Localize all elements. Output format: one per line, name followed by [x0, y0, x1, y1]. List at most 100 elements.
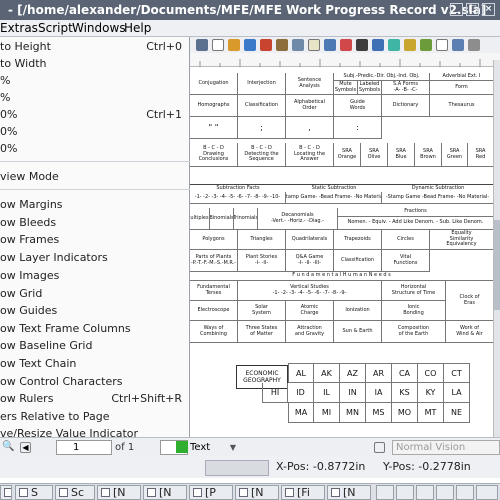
menu-item-preview-mode[interactable]: view Mode — [0, 168, 190, 185]
menu-item-show-bleeds[interactable]: ow Bleeds — [0, 214, 190, 231]
toolbar — [190, 37, 500, 53]
tray-icon[interactable] — [436, 485, 454, 500]
tray-icon[interactable] — [416, 485, 434, 500]
pencil-tool-icon[interactable] — [228, 39, 240, 51]
zoom-icon[interactable]: 🔍 — [2, 441, 14, 452]
taskbar-item[interactable]: [P — [189, 485, 233, 500]
rotate-tool-icon[interactable] — [292, 39, 304, 51]
menu-item-zoom-d[interactable]: 0% — [0, 140, 190, 157]
vertical-scrollbar[interactable] — [493, 60, 500, 440]
taskbar-item[interactable]: [N — [235, 485, 279, 500]
y-position-readout: Y-Pos: -0.2778in — [383, 460, 471, 473]
menu-item-show-margins[interactable]: ow Margins — [0, 196, 190, 213]
taskbar-item[interactable]: Sc — [55, 485, 95, 500]
taskbar-item[interactable]: [N — [327, 485, 371, 500]
menu-item-zoom-b[interactable]: % — [0, 89, 190, 106]
pdf-checkbox-icon[interactable] — [452, 39, 464, 51]
cell-ionic-bonding: Ionic Bonding — [382, 301, 446, 321]
menu-item-zoom-c[interactable]: 0% — [0, 123, 190, 140]
cell-parts-of-plants: Parts of Plants -P.-T.-F.-M.-S.-M.R.- — [190, 250, 238, 272]
taskbar-item[interactable]: [N — [143, 485, 187, 500]
cell-triangles: Triangles — [238, 230, 286, 250]
state-cell-ar: AR — [366, 363, 392, 383]
first-page-icon[interactable]: ◀ — [20, 442, 31, 453]
menu-item-show-text-frame-columns[interactable]: ow Text Frame Columns — [0, 320, 190, 337]
freehand-tool-icon[interactable] — [276, 39, 288, 51]
progress-bar — [205, 460, 269, 476]
menu-item-show-text-chain[interactable]: ow Text Chain — [0, 355, 190, 372]
menu-item-label: ow Rulers — [0, 392, 54, 405]
table-tool-icon[interactable] — [196, 39, 208, 51]
measure-tool-icon[interactable] — [372, 39, 384, 51]
header-static-subtraction: Static Subtraction — [311, 185, 357, 191]
shape-tool-icon[interactable] — [212, 39, 224, 51]
copy-properties-icon[interactable] — [388, 39, 400, 51]
bezier-tool-icon[interactable] — [260, 39, 272, 51]
menu-windows[interactable]: Windows — [72, 20, 126, 37]
menu-help[interactable]: Help — [124, 20, 151, 37]
tray-icon[interactable] — [396, 485, 414, 500]
annotation-icon[interactable] — [404, 39, 416, 51]
app-icon — [19, 488, 28, 497]
menu-item-label: % — [0, 74, 11, 87]
cell-semicolon: ; — [238, 117, 286, 139]
menu-item-zoom-a[interactable]: % — [0, 72, 190, 89]
state-cell-mn: MN — [340, 403, 366, 423]
taskbar-item[interactable]: [N — [97, 485, 141, 500]
menu-item-show-control-characters[interactable]: ow Control Characters — [0, 373, 190, 390]
pdf-combo-icon[interactable] — [468, 39, 480, 51]
state-cell-az: AZ — [340, 363, 366, 383]
menu-item-label: ow Bleeds — [0, 216, 57, 229]
document-canvas[interactable]: Conjugation Interjection Sentence Analys… — [190, 67, 500, 437]
edit-text-icon[interactable] — [308, 39, 320, 51]
horizontal-ruler[interactable] — [190, 53, 500, 67]
preview-toggle-icon[interactable] — [374, 442, 385, 453]
minimize-icon[interactable]: _ — [450, 3, 463, 16]
menu-item-label: ow Control Characters — [0, 375, 123, 388]
tray-icon[interactable] — [456, 485, 474, 500]
link-frames-icon[interactable] — [324, 39, 336, 51]
scrollbar-thumb[interactable] — [494, 220, 500, 310]
cell-thesaurus: Thesaurus — [430, 95, 494, 117]
cell-horizontal-structure: Horizontal Structure of Time — [382, 281, 446, 301]
menu-item-show-images[interactable]: ow Images — [0, 267, 190, 284]
menu-item-fit-height[interactable]: to Height Ctrl+0 — [0, 38, 190, 55]
menu-item-show-guides[interactable]: ow Guides — [0, 302, 190, 319]
app-icon — [285, 488, 294, 497]
taskbar-item[interactable] — [0, 485, 12, 500]
menu-item-fit-width[interactable]: to Width — [0, 55, 190, 72]
menu-script[interactable]: Script — [38, 20, 73, 37]
tray-icon[interactable] — [376, 485, 394, 500]
state-cell-ca: CA — [392, 363, 418, 383]
menu-item-zoom-100[interactable]: 0% Ctrl+1 — [0, 106, 190, 123]
state-cell-ma: MA — [288, 403, 314, 423]
close-icon[interactable]: × — [482, 3, 495, 16]
pdf-button-icon[interactable] — [420, 39, 432, 51]
menu-item-show-grid[interactable]: ow Grid — [0, 285, 190, 302]
line-tool-icon[interactable] — [244, 39, 256, 51]
menu-item-show-baseline-grid[interactable]: ow Baseline Grid — [0, 337, 190, 354]
unlink-frames-icon[interactable] — [340, 39, 352, 51]
visual-appearance-select[interactable]: Normal Vision — [392, 440, 500, 455]
menu-item-show-rulers[interactable]: ow Rulers Ctrl+Shift+R — [0, 390, 190, 407]
maximize-icon[interactable]: □ — [466, 3, 479, 16]
pdf-text-field-icon[interactable] — [436, 39, 448, 51]
state-cell-co: CO — [418, 363, 444, 383]
cell-subj-predic: Subj.-Predic.-Dir. Obj.-Ind. Obj. — [334, 73, 430, 81]
menu-item-show-frames[interactable]: ow Frames — [0, 231, 190, 248]
page-number-field[interactable]: 1 — [56, 440, 112, 455]
tray-icon[interactable] — [476, 485, 498, 500]
state-cell-id: ID — [288, 383, 314, 403]
eyedropper-icon[interactable] — [356, 39, 368, 51]
menu-item-rulers-relative[interactable]: ers Relative to Page — [0, 408, 190, 425]
menu-item-shortcut: Ctrl+Shift+R — [111, 392, 182, 405]
menu-item-label: view Mode — [0, 170, 59, 183]
taskbar-item[interactable]: S — [15, 485, 53, 500]
app-icon — [101, 488, 110, 497]
menu-item-show-layer-indicators[interactable]: ow Layer Indicators — [0, 249, 190, 266]
taskbar-item[interactable]: [Fi — [281, 485, 325, 500]
chevron-down-icon[interactable]: ▼ — [226, 440, 240, 455]
state-cell-mo: MO — [392, 403, 418, 423]
layer-select[interactable]: Text — [190, 440, 210, 455]
menu-extras[interactable]: Extras — [0, 20, 38, 37]
